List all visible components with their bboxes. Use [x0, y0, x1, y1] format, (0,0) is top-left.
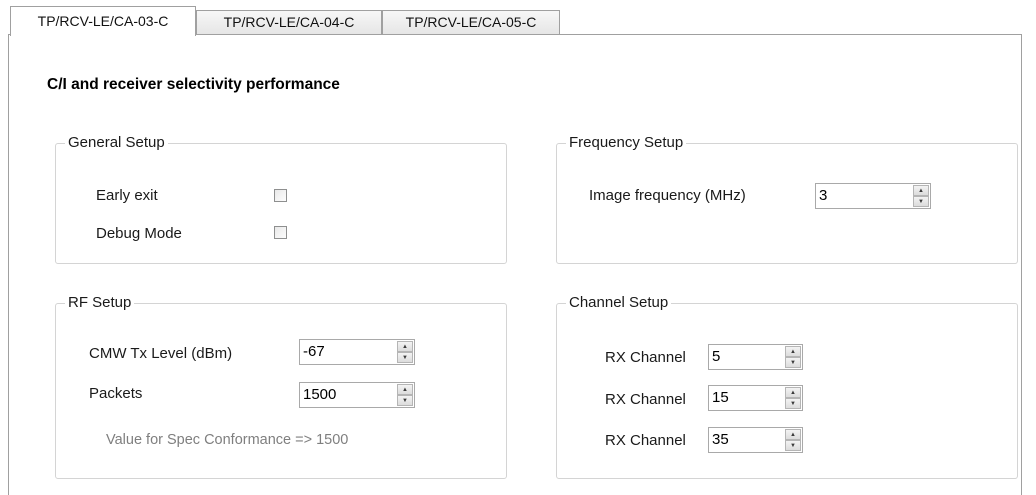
tab-ca-03-c[interactable]: TP/RCV-LE/CA-03-C	[10, 6, 196, 36]
frequency-setup-legend: Frequency Setup	[566, 133, 687, 153]
rf-setup-group: RF Setup CMW Tx Level (dBm) -67 ▲ ▼ Pack…	[55, 293, 507, 479]
packets-spinner[interactable]: 1500 ▲ ▼	[299, 382, 415, 408]
early-exit-label: Early exit	[96, 187, 158, 204]
spin-up-icon[interactable]: ▲	[785, 346, 801, 357]
cmw-tx-level-spinner[interactable]: -67 ▲ ▼	[299, 339, 415, 365]
rx-channel-spinner[interactable]: 5 ▲ ▼	[708, 344, 803, 370]
rx-channel-value[interactable]: 15	[712, 386, 729, 410]
packets-label: Packets	[89, 385, 143, 402]
spin-up-icon[interactable]: ▲	[785, 429, 801, 440]
general-setup-legend: General Setup	[65, 133, 168, 153]
rx-channel-value[interactable]: 5	[712, 345, 720, 369]
tab-ca-04-c[interactable]: TP/RCV-LE/CA-04-C	[196, 10, 382, 34]
rx-channel-spinner[interactable]: 15 ▲ ▼	[708, 385, 803, 411]
spin-down-icon[interactable]: ▼	[785, 357, 801, 368]
debug-mode-checkbox[interactable]	[274, 226, 287, 239]
spinner-buttons: ▲ ▼	[785, 387, 801, 409]
spin-down-icon[interactable]: ▼	[397, 395, 413, 406]
image-frequency-spinner[interactable]: 3 ▲ ▼	[815, 183, 931, 209]
channel-setup-legend: Channel Setup	[566, 293, 672, 313]
packets-value[interactable]: 1500	[303, 383, 336, 407]
spin-up-icon[interactable]: ▲	[785, 387, 801, 398]
rx-channel-value[interactable]: 35	[712, 428, 729, 452]
rx-channel-spinner[interactable]: 35 ▲ ▼	[708, 427, 803, 453]
rf-setup-legend: RF Setup	[65, 293, 135, 313]
spin-down-icon[interactable]: ▼	[785, 440, 801, 451]
rx-channel-label: RX Channel	[605, 391, 686, 408]
spinner-buttons: ▲ ▼	[397, 384, 413, 406]
spin-up-icon[interactable]: ▲	[397, 384, 413, 395]
spec-conformance-note: Value for Spec Conformance => 1500	[106, 432, 349, 448]
spinner-buttons: ▲ ▼	[397, 341, 413, 363]
spin-down-icon[interactable]: ▼	[785, 398, 801, 409]
spinner-buttons: ▲ ▼	[785, 346, 801, 368]
cmw-tx-level-value[interactable]: -67	[303, 340, 325, 364]
rx-channel-label: RX Channel	[605, 432, 686, 449]
image-frequency-value[interactable]: 3	[819, 184, 827, 208]
spinner-buttons: ▲ ▼	[913, 185, 929, 207]
debug-mode-label: Debug Mode	[96, 225, 182, 242]
early-exit-checkbox[interactable]	[274, 189, 287, 202]
rx-channel-label: RX Channel	[605, 349, 686, 366]
frequency-setup-group: Frequency Setup Image frequency (MHz) 3 …	[556, 133, 1018, 264]
general-setup-group: General Setup Early exit Debug Mode	[55, 133, 507, 264]
spin-up-icon[interactable]: ▲	[397, 341, 413, 352]
page-title: C/I and receiver selectivity performance	[47, 76, 340, 93]
spin-down-icon[interactable]: ▼	[397, 352, 413, 363]
spin-up-icon[interactable]: ▲	[913, 185, 929, 196]
spinner-buttons: ▲ ▼	[785, 429, 801, 451]
cmw-tx-level-label: CMW Tx Level (dBm)	[89, 345, 233, 362]
spin-down-icon[interactable]: ▼	[913, 196, 929, 207]
tab-ca-05-c[interactable]: TP/RCV-LE/CA-05-C	[382, 10, 560, 34]
channel-setup-group: Channel Setup RX Channel 5 ▲ ▼ RX Channe…	[556, 293, 1018, 479]
tab-strip: TP/RCV-LE/CA-03-C TP/RCV-LE/CA-04-C TP/R…	[0, 0, 1036, 36]
image-frequency-label: Image frequency (MHz)	[589, 187, 746, 204]
